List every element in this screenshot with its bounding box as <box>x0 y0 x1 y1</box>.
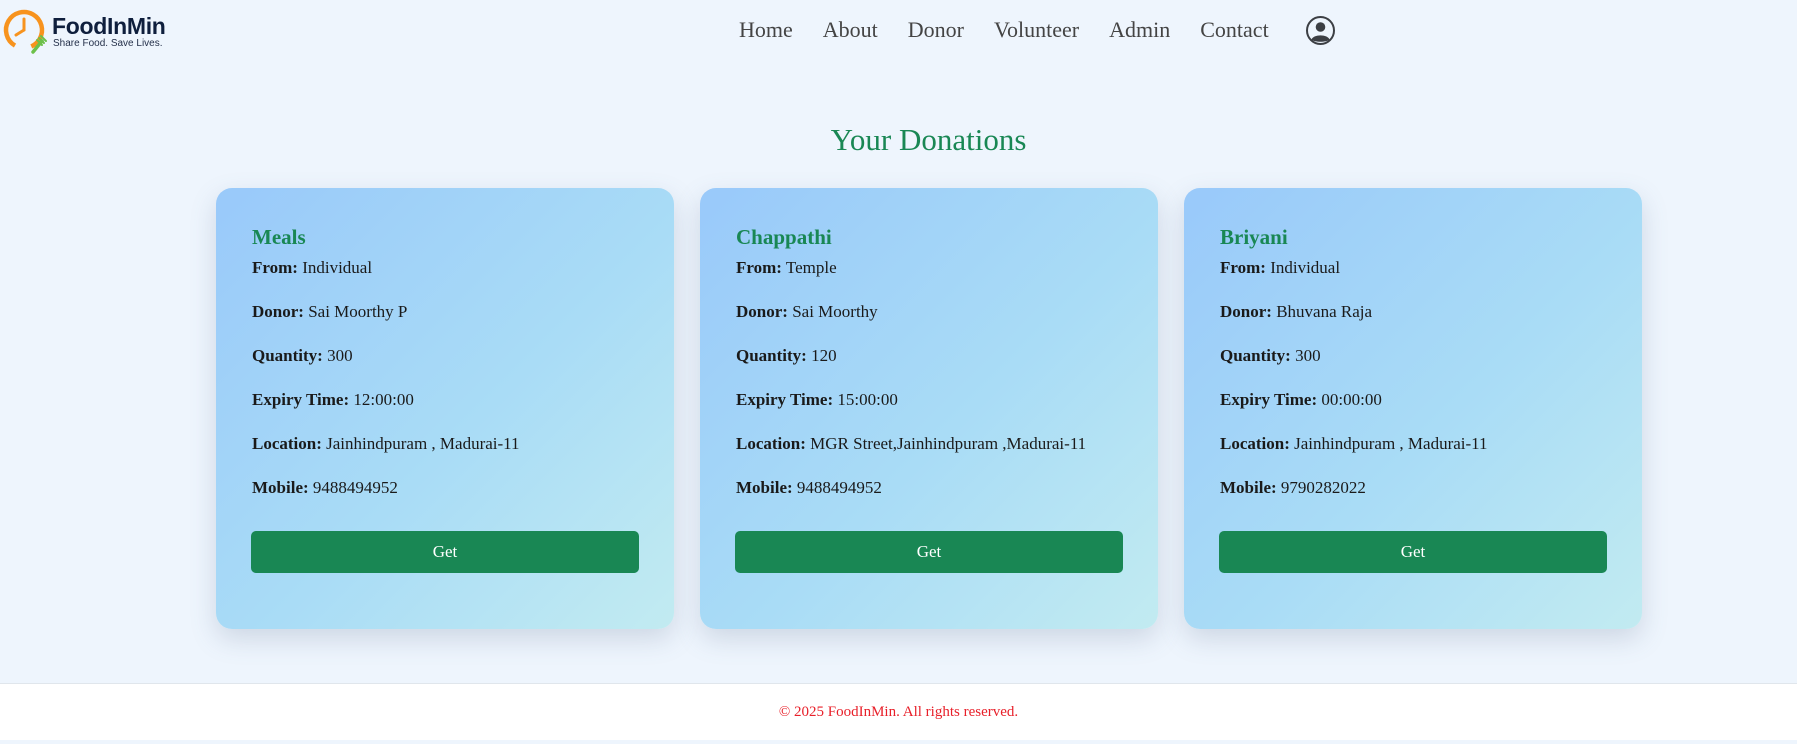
donation-card: Meals From: Individual Donor: Sai Moorth… <box>216 188 674 629</box>
donation-title: Briyani <box>1220 225 1288 249</box>
page-title: Your Donations <box>830 122 1027 157</box>
footer: © 2025 FoodInMin. All rights reserved. <box>0 683 1797 740</box>
nav-contact[interactable]: Contact <box>1200 17 1268 43</box>
donor-field: Donor: Sai Moorthy P <box>252 302 408 321</box>
brand-tagline: Share Food. Save Lives. <box>53 38 163 49</box>
navbar: FoodInMin Share Food. Save Lives. Home A… <box>0 0 1797 62</box>
nav-volunteer[interactable]: Volunteer <box>994 17 1079 43</box>
copyright-text: © 2025 FoodInMin. All rights reserved. <box>778 704 1019 720</box>
nav-admin[interactable]: Admin <box>1109 17 1170 43</box>
location-field: Location: Jainhindpuram , Madurai-11 <box>252 434 520 453</box>
nav-home[interactable]: Home <box>739 17 793 43</box>
location-field: Location: MGR Street,Jainhindpuram ,Madu… <box>736 434 1087 453</box>
donation-card: Briyani From: Individual Donor: Bhuvana … <box>1184 188 1642 629</box>
expiry-field: Expiry Time: 15:00:00 <box>736 390 898 409</box>
get-button[interactable]: Get <box>1219 531 1607 573</box>
clock-fork-logo-icon <box>3 9 47 54</box>
donation-title: Meals <box>252 225 306 249</box>
quantity-field: Quantity: 300 <box>252 346 353 365</box>
from-field: From: Individual <box>252 258 373 277</box>
quantity-field: Quantity: 300 <box>1220 346 1321 365</box>
mobile-field: Mobile: 9488494952 <box>252 478 398 497</box>
donation-card: Chappathi From: Temple Donor: Sai Moorth… <box>700 188 1158 629</box>
get-button[interactable]: Get <box>735 531 1123 573</box>
user-circle-icon[interactable] <box>1305 15 1336 46</box>
donor-field: Donor: Bhuvana Raja <box>1220 302 1373 321</box>
nav-about[interactable]: About <box>823 17 878 43</box>
donor-field: Donor: Sai Moorthy <box>736 302 878 321</box>
donation-title: Chappathi <box>736 225 832 249</box>
mobile-field: Mobile: 9790282022 <box>1220 478 1366 497</box>
from-field: From: Temple <box>736 258 837 277</box>
location-field: Location: Jainhindpuram , Madurai-11 <box>1220 434 1488 453</box>
nav-donor[interactable]: Donor <box>908 17 964 43</box>
brand-logo[interactable]: FoodInMin Share Food. Save Lives. <box>2 8 182 56</box>
from-field: From: Individual <box>1220 258 1341 277</box>
mobile-field: Mobile: 9488494952 <box>736 478 882 497</box>
get-button[interactable]: Get <box>251 531 639 573</box>
brand-name: FoodInMin <box>52 13 166 39</box>
nav-links: Home About Donor Volunteer Admin Contact <box>739 14 1299 46</box>
expiry-field: Expiry Time: 12:00:00 <box>252 390 414 409</box>
expiry-field: Expiry Time: 00:00:00 <box>1220 390 1382 409</box>
quantity-field: Quantity: 120 <box>736 346 837 365</box>
